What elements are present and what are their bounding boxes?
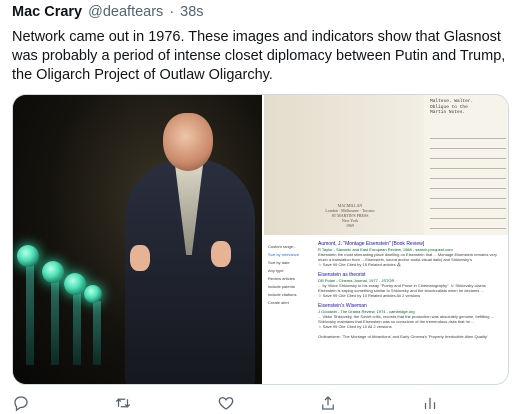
result-snippet: Eisenstein the most stimulating place dw… <box>318 252 497 262</box>
sidebar-item: Sort by relevance <box>268 252 300 257</box>
stage-prop <box>51 280 59 365</box>
document-notes: Maltese. Walter. Oblique to the Martin N… <box>430 99 473 116</box>
stage-prop <box>73 291 81 365</box>
sidebar-item: include patents <box>268 284 295 289</box>
tweet-text: Network came out in 1976. These images a… <box>12 29 506 83</box>
stage-light <box>17 245 39 267</box>
sidebar-item: Any type <box>268 268 284 273</box>
result-links: ☆ Save 99 Cite Cited by 10 Related artic… <box>318 293 421 298</box>
sidebar-item: Sort by date <box>268 260 290 265</box>
search-results-list: Aumont, J. "Montage Eisenstein" [Book Re… <box>318 241 502 344</box>
search-sidebar: Custom range... Sort by relevance Sort b… <box>268 243 308 307</box>
separator-dot: · <box>169 4 175 20</box>
media-right-column: Maltese. Walter. Oblique to the Martin N… <box>264 95 508 384</box>
stage-light <box>42 261 64 283</box>
retweet-button[interactable] <box>114 394 132 412</box>
document-publisher-imprint: MACMILLAN London · Melbourne · Toronto S… <box>320 203 380 228</box>
search-result: Eisenstein's Wiseman J Goodwin - The Dra… <box>318 303 502 329</box>
figure-head <box>163 113 213 171</box>
analytics-button[interactable] <box>421 394 439 412</box>
search-result: Eisenstein as theorist DR Polan - Cinema… <box>318 272 502 298</box>
retweet-icon <box>116 398 131 408</box>
sidebar-item: include citations <box>268 292 297 297</box>
media-image-document[interactable]: Maltese. Walter. Oblique to the Martin N… <box>264 95 508 237</box>
media-image-search-results[interactable]: Custom range... Sort by relevance Sort b… <box>264 237 508 384</box>
like-icon <box>218 397 233 410</box>
result-snippet: ... Viktor Shklovsky, the Soviet critic,… <box>318 314 494 324</box>
stage-prop <box>93 301 101 365</box>
result-snippet: ... by Viktor Shklovsky in his essay "Po… <box>318 283 486 293</box>
figure-hand <box>130 245 150 271</box>
analytics-icon <box>424 397 436 409</box>
tweet-actions <box>12 392 509 414</box>
share-button[interactable] <box>319 394 337 412</box>
reply-button[interactable] <box>12 394 30 412</box>
author-name[interactable]: Mac Crary <box>12 4 82 20</box>
figure-hand <box>211 241 231 267</box>
result-links: ☆ Save 99 Cite Cited by 10 All 2 version… <box>318 324 392 329</box>
like-button[interactable] <box>217 394 235 412</box>
document-line: Martin Notes. <box>430 110 466 115</box>
document-ruled-form <box>430 129 506 233</box>
stage-prop <box>26 265 34 365</box>
reply-icon <box>14 396 28 412</box>
sidebar-item: Custom range... <box>268 244 297 249</box>
media-image-stage[interactable] <box>13 95 264 384</box>
stage-light <box>84 285 102 303</box>
share-icon <box>321 396 334 410</box>
document-line: Maltese. Walter. <box>430 99 474 104</box>
media-grid: Maltese. Walter. Oblique to the Martin N… <box>12 94 509 385</box>
result-title: Ordinarisme: 'The Montage of Attractions… <box>318 334 488 339</box>
author-handle[interactable]: @deaftears <box>88 4 163 20</box>
tweet-header: Mac Crary @deaftears · 38s <box>12 4 204 24</box>
timestamp[interactable]: 38s <box>180 4 203 20</box>
result-links: ☆ Save 99 Cite Cited by 15 Related artic… <box>318 262 401 267</box>
sidebar-item: Create alert <box>268 300 289 305</box>
sidebar-item: Review articles <box>268 276 295 281</box>
search-result: Aumont, J. "Montage Eisenstein" [Book Re… <box>318 241 502 267</box>
publisher-line: 1969 <box>346 223 354 228</box>
stage-light <box>64 273 86 295</box>
search-result: Ordinarisme: 'The Montage of Attractions… <box>318 334 502 339</box>
